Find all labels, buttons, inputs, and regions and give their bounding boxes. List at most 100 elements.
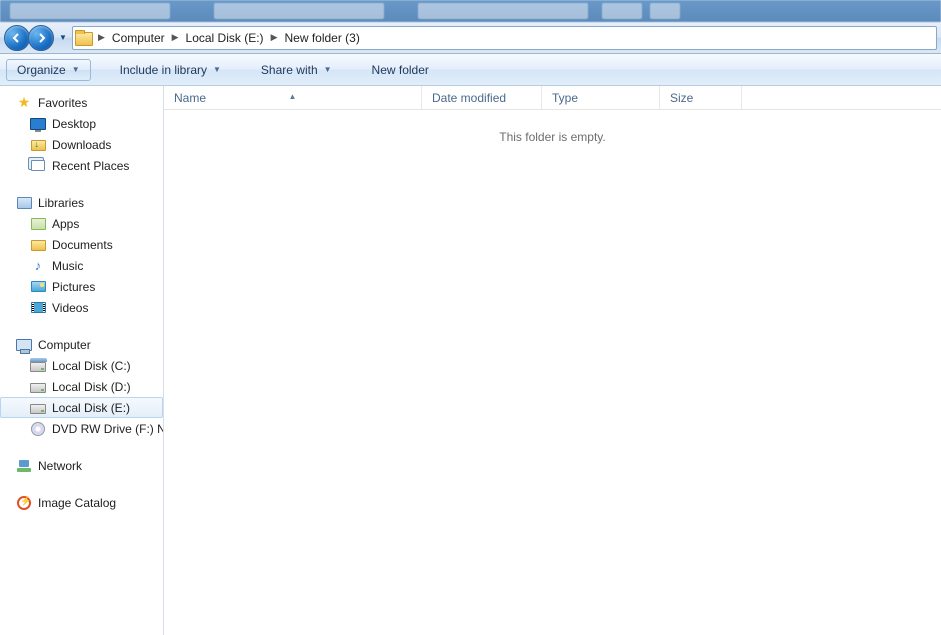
back-button[interactable]: [4, 25, 30, 51]
sidebar-item-label: DVD RW Drive (F:) N: [52, 422, 164, 436]
include-library-label: Include in library: [120, 63, 207, 77]
chevron-right-icon[interactable]: ▶: [169, 32, 182, 43]
sidebar-item-music[interactable]: ♪ Music: [0, 255, 163, 276]
favorites-group: ★ Favorites Desktop Downloads Recent Pla…: [0, 92, 163, 176]
browser-tab[interactable]: [650, 3, 680, 19]
file-list-pane: Name ▲ Date modified Type Size This fold…: [164, 86, 941, 635]
navigation-pane: ★ Favorites Desktop Downloads Recent Pla…: [0, 86, 164, 635]
arrow-left-icon: [11, 32, 23, 44]
documents-icon: [31, 240, 46, 251]
browser-tab[interactable]: [10, 3, 170, 19]
sidebar-item-label: Recent Places: [52, 159, 129, 173]
address-bar: ▼ ▶ Computer ▶ Local Disk (E:) ▶ New fol…: [0, 22, 941, 54]
main-area: ★ Favorites Desktop Downloads Recent Pla…: [0, 86, 941, 635]
libraries-group: Libraries Apps Documents ♪ Music Picture…: [0, 192, 163, 318]
sidebar-item-recent-places[interactable]: Recent Places: [0, 155, 163, 176]
sidebar-item-label: Music: [52, 259, 83, 273]
sidebar-item-label: Videos: [52, 301, 88, 315]
caret-down-icon: ▼: [324, 65, 332, 74]
sidebar-item-desktop[interactable]: Desktop: [0, 113, 163, 134]
sidebar-item-pictures[interactable]: Pictures: [0, 276, 163, 297]
history-dropdown[interactable]: ▼: [56, 29, 70, 47]
column-label: Type: [552, 91, 578, 105]
forward-button[interactable]: [28, 25, 54, 51]
window-titlebar: [0, 0, 941, 22]
breadcrumb-item-computer[interactable]: Computer: [108, 27, 169, 49]
computer-label: Computer: [38, 338, 91, 352]
recent-places-icon: [31, 160, 45, 171]
sort-ascending-icon: ▲: [289, 85, 297, 109]
desktop-icon: [30, 118, 46, 130]
new-folder-button[interactable]: New folder: [361, 59, 440, 81]
sidebar-item-local-disk-c[interactable]: Local Disk (C:): [0, 355, 163, 376]
sidebar-item-label: Local Disk (D:): [52, 380, 131, 394]
empty-folder-message: This folder is empty.: [164, 110, 941, 144]
disk-icon: [30, 383, 46, 393]
sidebar-item-apps[interactable]: Apps: [0, 213, 163, 234]
include-in-library-button[interactable]: Include in library ▼: [109, 59, 232, 81]
sidebar-item-local-disk-d[interactable]: Local Disk (D:): [0, 376, 163, 397]
favorites-label: Favorites: [38, 96, 87, 110]
network-icon: [17, 460, 31, 472]
star-icon: ★: [16, 95, 32, 111]
sidebar-item-label: Downloads: [52, 138, 111, 152]
disk-icon: [30, 362, 46, 372]
libraries-icon: [17, 197, 32, 209]
sidebar-item-label: Desktop: [52, 117, 96, 131]
column-label: Name: [174, 91, 206, 105]
breadcrumb-item-folder[interactable]: New folder (3): [280, 27, 363, 49]
browser-tab[interactable]: [214, 3, 384, 19]
share-with-button[interactable]: Share with ▼: [250, 59, 343, 81]
favorites-header[interactable]: ★ Favorites: [0, 92, 163, 113]
organize-button[interactable]: Organize ▼: [6, 59, 91, 81]
column-headers: Name ▲ Date modified Type Size: [164, 86, 941, 110]
organize-label: Organize: [17, 63, 66, 77]
pictures-icon: [31, 281, 46, 292]
browser-tab[interactable]: [602, 3, 642, 19]
breadcrumb[interactable]: ▶ Computer ▶ Local Disk (E:) ▶ New folde…: [72, 26, 937, 50]
sidebar-item-downloads[interactable]: Downloads: [0, 134, 163, 155]
computer-group: Computer Local Disk (C:) Local Disk (D:)…: [0, 334, 163, 439]
sidebar-item-videos[interactable]: Videos: [0, 297, 163, 318]
caret-down-icon: ▼: [72, 65, 80, 74]
catalog-icon: [17, 496, 31, 510]
sidebar-item-label: Pictures: [52, 280, 95, 294]
network-label: Network: [38, 459, 82, 473]
sidebar-item-label: Documents: [52, 238, 113, 252]
image-catalog-header[interactable]: Image Catalog: [0, 492, 163, 513]
catalog-label: Image Catalog: [38, 496, 116, 510]
column-header-name[interactable]: Name ▲: [164, 86, 422, 110]
column-header-size[interactable]: Size: [660, 86, 742, 110]
command-bar: Organize ▼ Include in library ▼ Share wi…: [0, 54, 941, 86]
network-header[interactable]: Network: [0, 455, 163, 476]
share-with-label: Share with: [261, 63, 318, 77]
column-label: Date modified: [432, 91, 506, 105]
libraries-label: Libraries: [38, 196, 84, 210]
sidebar-item-label: Apps: [52, 217, 79, 231]
downloads-icon: [31, 140, 46, 151]
chevron-right-icon[interactable]: ▶: [95, 32, 108, 43]
disk-icon: [30, 404, 46, 414]
music-icon: ♪: [30, 258, 46, 274]
folder-icon: [75, 30, 93, 46]
sidebar-item-documents[interactable]: Documents: [0, 234, 163, 255]
new-folder-label: New folder: [372, 63, 429, 77]
dvd-icon: [31, 422, 45, 436]
column-header-date-modified[interactable]: Date modified: [422, 86, 542, 110]
column-header-type[interactable]: Type: [542, 86, 660, 110]
caret-down-icon: ▼: [213, 65, 221, 74]
browser-tab[interactable]: [418, 3, 588, 19]
network-group: Network: [0, 455, 163, 476]
computer-icon: [16, 339, 32, 351]
computer-header[interactable]: Computer: [0, 334, 163, 355]
catalog-group: Image Catalog: [0, 492, 163, 513]
breadcrumb-item-drive[interactable]: Local Disk (E:): [182, 27, 268, 49]
arrow-right-icon: [35, 32, 47, 44]
sidebar-item-dvd-drive[interactable]: DVD RW Drive (F:) N: [0, 418, 163, 439]
videos-icon: [31, 302, 46, 313]
sidebar-item-local-disk-e[interactable]: Local Disk (E:): [0, 397, 163, 418]
apps-icon: [31, 218, 46, 230]
column-label: Size: [670, 91, 693, 105]
chevron-right-icon[interactable]: ▶: [268, 32, 281, 43]
libraries-header[interactable]: Libraries: [0, 192, 163, 213]
